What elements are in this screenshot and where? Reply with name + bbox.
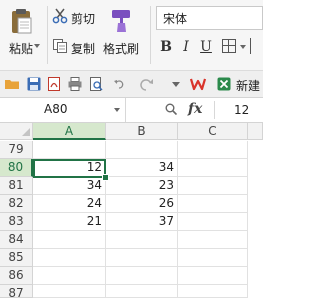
row-header[interactable]: 81	[0, 177, 33, 195]
zoom-icon[interactable]	[165, 103, 177, 115]
row-header[interactable]: 87	[0, 285, 33, 300]
name-box-dropdown-icon[interactable]	[114, 108, 120, 112]
fill-handle[interactable]	[102, 174, 109, 181]
column-header-a[interactable]: A	[33, 123, 106, 140]
table-cell[interactable]	[178, 213, 248, 231]
row-header[interactable]: 84	[0, 231, 33, 249]
scissors-icon[interactable]	[52, 8, 68, 24]
table-cell[interactable]: 34	[33, 177, 106, 195]
active-cell-border	[33, 159, 106, 178]
column-header-c[interactable]: C	[178, 123, 248, 140]
table-cell[interactable]	[33, 249, 106, 267]
table-cell[interactable]	[178, 267, 248, 285]
format-painter-icon[interactable]	[108, 8, 134, 34]
paste-button[interactable]: 粘贴	[9, 40, 33, 57]
table-cell[interactable]	[106, 249, 178, 267]
table-cell[interactable]	[178, 177, 248, 195]
table-cell[interactable]	[33, 231, 106, 249]
table-cell[interactable]	[178, 195, 248, 213]
select-all-icon	[22, 128, 30, 136]
copy-icon[interactable]	[52, 38, 68, 54]
borders-icon[interactable]	[222, 39, 236, 53]
folder-icon[interactable]	[4, 76, 20, 92]
redo-icon[interactable]	[138, 76, 154, 92]
table-cell[interactable]	[178, 249, 248, 267]
format-painter-button[interactable]: 格式刷	[103, 40, 139, 57]
undo-icon[interactable]	[114, 79, 124, 89]
underline-button[interactable]: U	[198, 38, 214, 56]
column-header-b[interactable]: B	[106, 123, 178, 140]
row-header[interactable]: 83	[0, 213, 33, 231]
name-box[interactable]: A80	[0, 98, 126, 122]
row-header[interactable]: 80	[0, 159, 33, 177]
table-cell[interactable]: 34	[106, 159, 178, 177]
row-header[interactable]: 82	[0, 195, 33, 213]
borders-dropdown-icon[interactable]	[240, 45, 246, 49]
bold-button[interactable]: B	[158, 38, 174, 56]
paste-icon[interactable]	[9, 7, 33, 35]
save-icon[interactable]	[26, 76, 42, 92]
row-header[interactable]: 85	[0, 249, 33, 267]
table-cell[interactable]	[178, 285, 248, 298]
row-header[interactable]: 79	[0, 141, 33, 159]
font-name-select[interactable]: 宋体	[156, 6, 263, 30]
table-cell[interactable]	[178, 141, 248, 159]
wps-logo-icon[interactable]	[190, 76, 206, 92]
table-cell[interactable]: 26	[106, 195, 178, 213]
table-cell[interactable]	[33, 285, 106, 298]
pdf-export-icon[interactable]	[46, 76, 62, 92]
table-cell[interactable]: 21	[33, 213, 106, 231]
paste-dropdown-icon[interactable]	[34, 44, 40, 48]
table-cell[interactable]: 23	[106, 177, 178, 195]
formula-input[interactable]: 12	[234, 103, 249, 117]
row-header[interactable]: 86	[0, 267, 33, 285]
table-cell[interactable]	[178, 231, 248, 249]
table-cell[interactable]: 24	[33, 195, 106, 213]
insert-function-button[interactable]: fx	[188, 101, 202, 117]
copy-button[interactable]: 复制	[71, 40, 95, 57]
ribbon-divider	[47, 6, 48, 64]
italic-button[interactable]: I	[178, 38, 194, 56]
table-cell[interactable]	[33, 141, 106, 159]
table-cell[interactable]	[106, 231, 178, 249]
customize-dropdown-icon[interactable]	[168, 76, 184, 92]
table-cell[interactable]	[178, 159, 248, 177]
ribbon-divider	[150, 6, 151, 64]
new-sheet-icon[interactable]	[216, 76, 232, 92]
cut-button[interactable]: 剪切	[71, 10, 95, 27]
column-header-d[interactable]	[248, 123, 263, 140]
new-button[interactable]: 新建	[236, 77, 260, 94]
more-formatting-icon[interactable]	[250, 38, 264, 54]
table-cell[interactable]	[33, 267, 106, 285]
print-preview-icon[interactable]	[88, 76, 104, 92]
table-cell[interactable]: 37	[106, 213, 178, 231]
table-cell[interactable]	[106, 141, 178, 159]
table-cell[interactable]	[106, 267, 178, 285]
formula-bar-divider	[214, 101, 215, 119]
table-cell[interactable]	[106, 285, 178, 298]
print-icon[interactable]	[67, 76, 83, 92]
